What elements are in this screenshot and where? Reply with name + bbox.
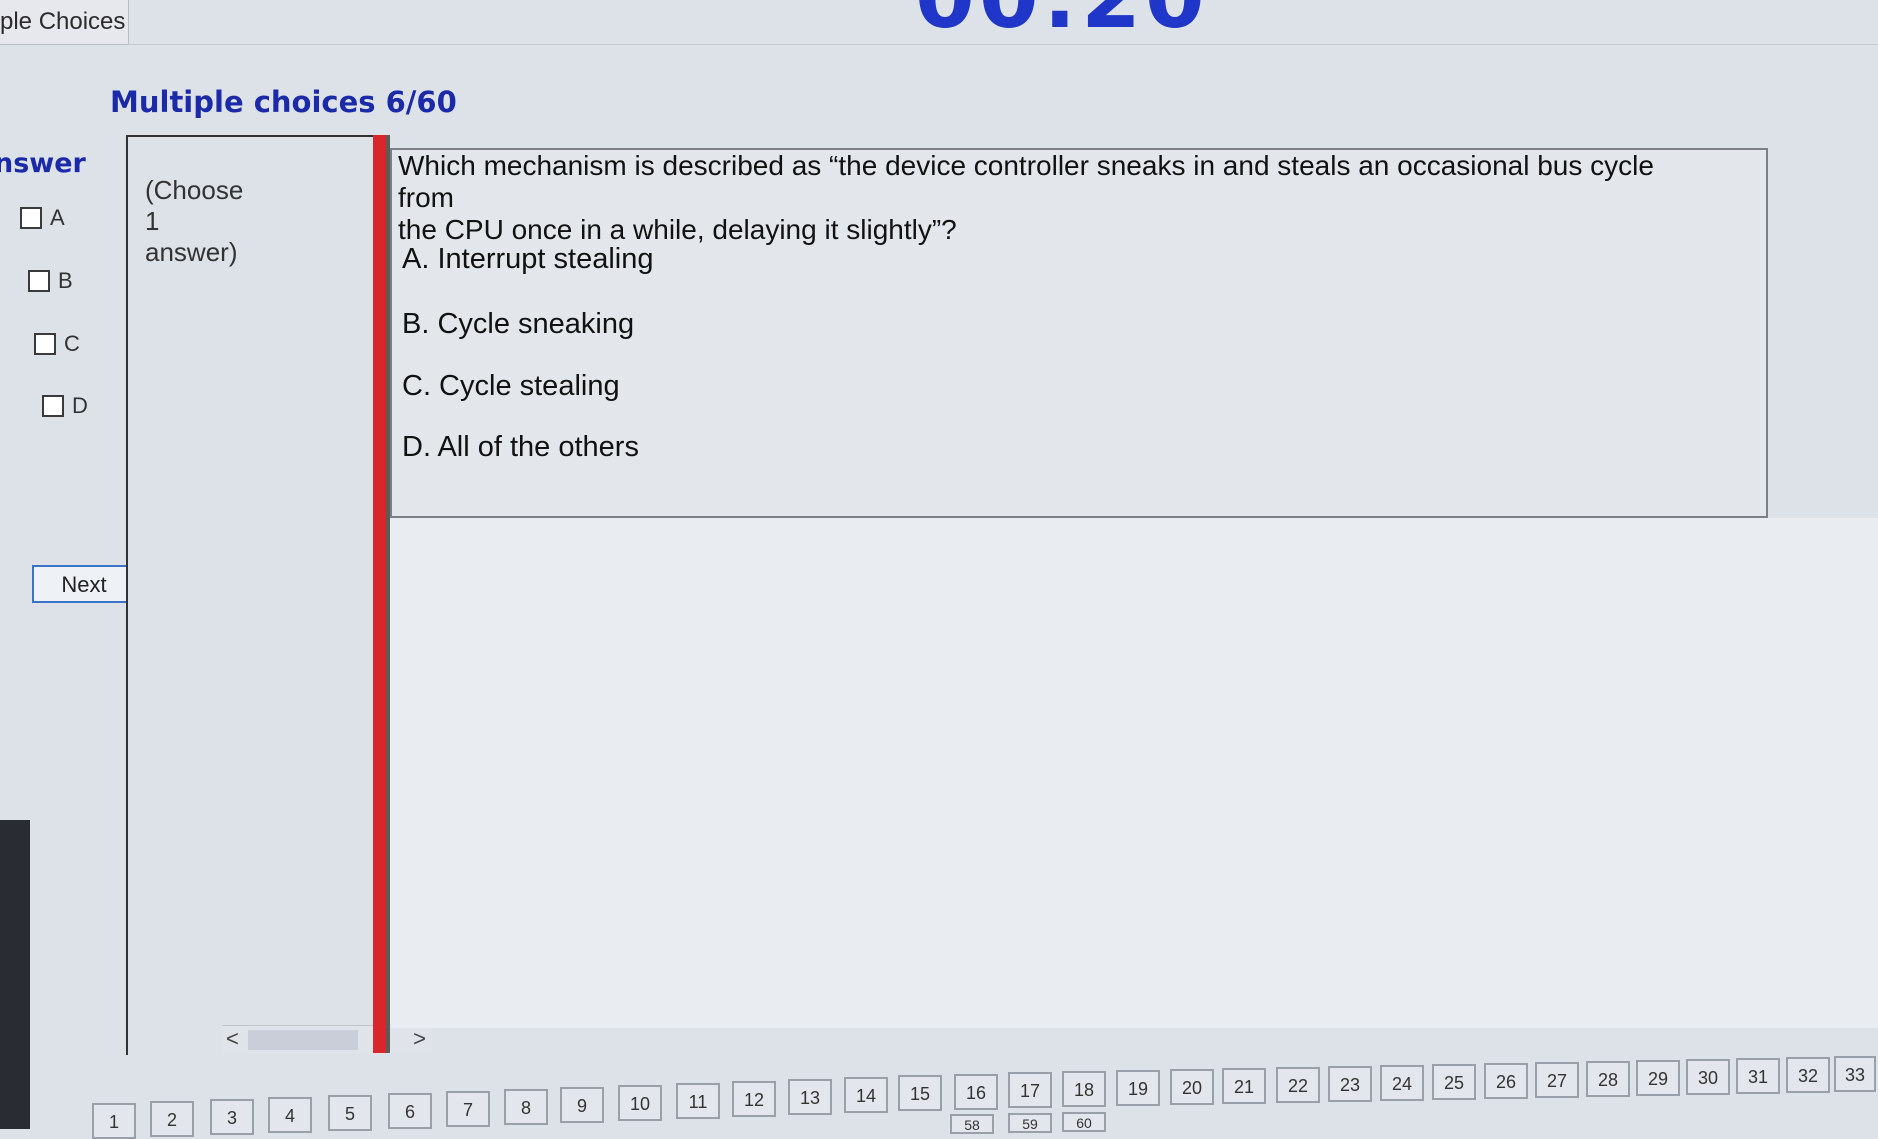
page-button-5[interactable]: 5 bbox=[328, 1095, 372, 1131]
choose-instruction: (Choose 1 answer) bbox=[145, 175, 295, 268]
page-button-15[interactable]: 15 bbox=[898, 1075, 942, 1111]
page-button-23[interactable]: 23 bbox=[1328, 1066, 1372, 1102]
choice-b[interactable]: B bbox=[28, 268, 73, 294]
choose-line-1: (Choose bbox=[145, 175, 244, 205]
question-line-1: Which mechanism is described as “the dev… bbox=[398, 150, 1654, 213]
page-button-24[interactable]: 24 bbox=[1380, 1065, 1424, 1101]
window-tab[interactable]: ple Choices bbox=[0, 0, 129, 45]
page-button-2[interactable]: 2 bbox=[150, 1101, 194, 1137]
page-button-32[interactable]: 32 bbox=[1786, 1057, 1830, 1093]
page-button-6[interactable]: 6 bbox=[388, 1093, 432, 1129]
page-button-60[interactable]: 60 bbox=[1062, 1112, 1106, 1132]
page-button-59[interactable]: 59 bbox=[1008, 1113, 1052, 1133]
page-button-58[interactable]: 58 bbox=[950, 1114, 994, 1134]
page-button-3[interactable]: 3 bbox=[210, 1099, 254, 1135]
scroll-right-arrow[interactable]: > bbox=[413, 1026, 426, 1052]
page-button-7[interactable]: 7 bbox=[446, 1091, 490, 1127]
page-button-17[interactable]: 17 bbox=[1008, 1072, 1052, 1108]
page-button-31[interactable]: 31 bbox=[1736, 1058, 1780, 1094]
horizontal-scrollbar[interactable]: < > bbox=[222, 1025, 432, 1054]
choice-d-label: D bbox=[72, 393, 88, 418]
countdown-timer: 00:20 bbox=[915, 0, 1209, 48]
scroll-thumb[interactable] bbox=[248, 1030, 358, 1050]
page-button-21[interactable]: 21 bbox=[1222, 1068, 1266, 1104]
instruction-panel bbox=[126, 135, 378, 1055]
choice-d[interactable]: D bbox=[42, 393, 88, 419]
choose-line-3: answer) bbox=[145, 237, 238, 267]
page-button-10[interactable]: 10 bbox=[618, 1085, 662, 1121]
choice-b-label: B bbox=[58, 268, 73, 293]
page-title: Multiple choices 6/60 bbox=[110, 85, 457, 119]
checkbox-b[interactable] bbox=[28, 270, 50, 292]
next-button[interactable]: Next bbox=[32, 565, 136, 603]
page-button-8[interactable]: 8 bbox=[504, 1089, 548, 1125]
scroll-left-arrow[interactable]: < bbox=[226, 1026, 239, 1052]
page-button-19[interactable]: 19 bbox=[1116, 1070, 1160, 1106]
choice-a-label: A bbox=[50, 205, 65, 230]
choice-c[interactable]: C bbox=[34, 331, 80, 357]
splitter-bar[interactable] bbox=[373, 135, 386, 1053]
page-button-27[interactable]: 27 bbox=[1535, 1062, 1579, 1098]
option-c: C. Cycle stealing bbox=[402, 370, 620, 402]
choice-a[interactable]: A bbox=[20, 205, 65, 231]
page-button-30[interactable]: 30 bbox=[1686, 1059, 1730, 1095]
page-button-4[interactable]: 4 bbox=[268, 1097, 312, 1133]
page-button-28[interactable]: 28 bbox=[1586, 1061, 1630, 1097]
option-a: A. Interrupt stealing bbox=[402, 243, 654, 275]
page-button-12[interactable]: 12 bbox=[732, 1081, 776, 1117]
choose-line-2: 1 bbox=[145, 206, 160, 236]
page-button-25[interactable]: 25 bbox=[1432, 1064, 1476, 1100]
question-pager: 1 2 3 4 5 6 7 8 9 10 11 12 13 14 15 16 1… bbox=[0, 1056, 1878, 1139]
page-button-11[interactable]: 11 bbox=[676, 1083, 720, 1119]
checkbox-d[interactable] bbox=[42, 395, 64, 417]
question-line-2: the CPU once in a while, delaying it sli… bbox=[398, 214, 957, 245]
content-area bbox=[390, 518, 1878, 1028]
page-button-14[interactable]: 14 bbox=[844, 1077, 888, 1113]
option-b: B. Cycle sneaking bbox=[402, 308, 635, 340]
page-button-26[interactable]: 26 bbox=[1484, 1063, 1528, 1099]
question-text: Which mechanism is described as “the dev… bbox=[398, 150, 1698, 246]
page-button-18[interactable]: 18 bbox=[1062, 1071, 1106, 1107]
option-d: D. All of the others bbox=[402, 431, 639, 463]
page-button-33[interactable]: 33 bbox=[1834, 1056, 1876, 1092]
page-button-1[interactable]: 1 bbox=[92, 1103, 136, 1139]
choice-c-label: C bbox=[64, 331, 80, 356]
page-button-20[interactable]: 20 bbox=[1170, 1069, 1214, 1105]
page-button-29[interactable]: 29 bbox=[1636, 1060, 1680, 1096]
answer-heading: nswer bbox=[0, 148, 86, 179]
tab-label: ple Choices bbox=[0, 8, 126, 35]
checkbox-c[interactable] bbox=[34, 333, 56, 355]
checkbox-a[interactable] bbox=[20, 207, 42, 229]
page-button-13[interactable]: 13 bbox=[788, 1079, 832, 1115]
page-button-22[interactable]: 22 bbox=[1276, 1067, 1320, 1103]
page-button-16[interactable]: 16 bbox=[954, 1074, 998, 1110]
page-button-9[interactable]: 9 bbox=[560, 1087, 604, 1123]
